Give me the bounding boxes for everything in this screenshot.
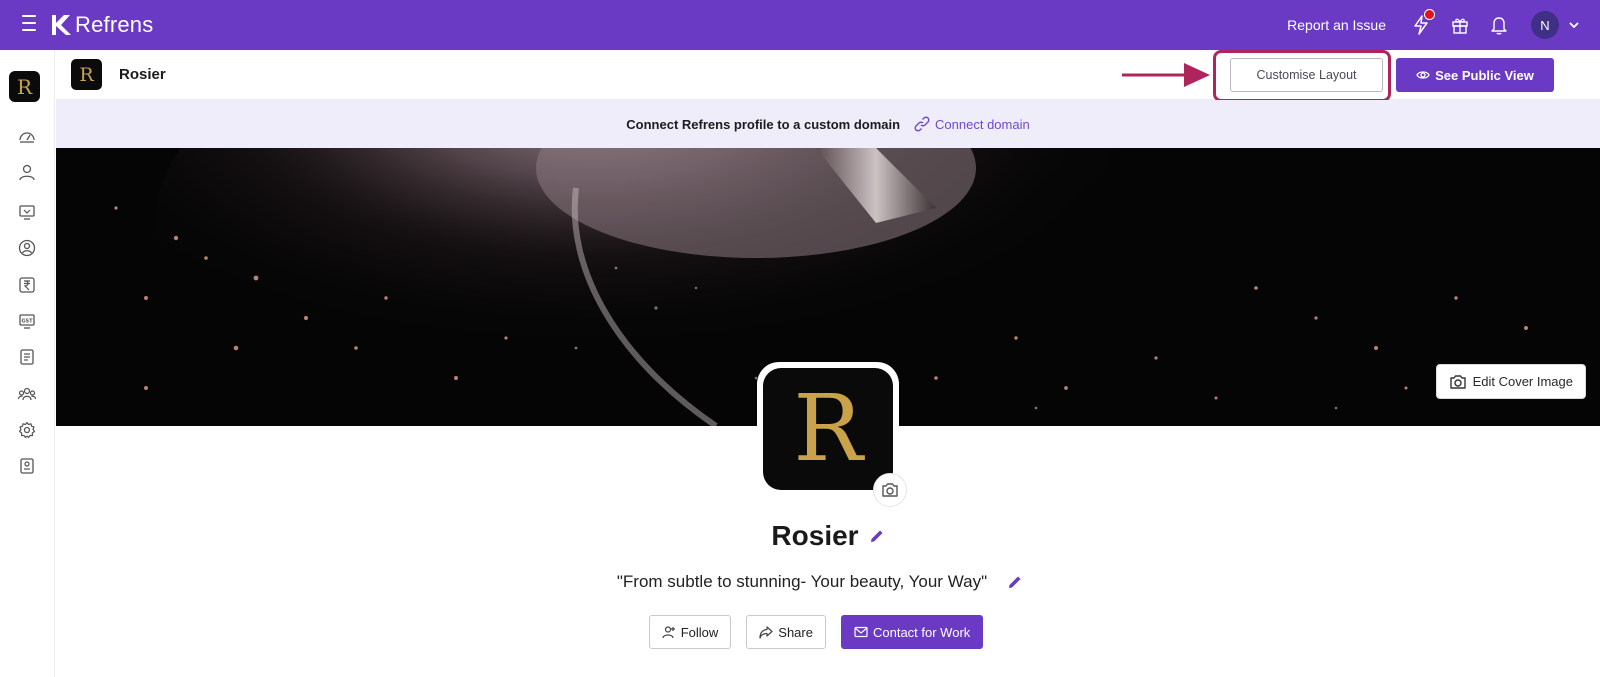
edit-cover-label: Edit Cover Image [1472, 374, 1573, 389]
business-logo-small: R [71, 59, 102, 90]
brand-name: Refrens [75, 12, 154, 37]
connect-domain-link[interactable]: Connect domain [914, 116, 1030, 132]
customise-layout-button[interactable]: Customise Layout [1230, 58, 1383, 92]
follow-label: Follow [680, 624, 719, 640]
see-public-view-button[interactable]: See Public View [1396, 58, 1554, 92]
account-circle-icon[interactable] [18, 239, 36, 257]
profile-actions: Follow Share Contact for Work [0, 615, 1600, 649]
refrens-logo-icon [52, 15, 71, 35]
share-button[interactable]: Share [746, 615, 826, 649]
change-photo-button[interactable] [873, 473, 907, 507]
share-label: Share [778, 624, 813, 640]
profile-tagline: "From subtle to stunning- Your beauty, Y… [616, 572, 988, 591]
edit-cover-button[interactable]: Edit Cover Image [1435, 364, 1586, 399]
profile-tagline-row: "From subtle to stunning- Your beauty, Y… [0, 572, 1600, 592]
lightning-icon[interactable] [1410, 9, 1435, 36]
contact-for-work-button[interactable]: Contact for Work [840, 615, 984, 649]
chevron-down-icon[interactable] [1568, 19, 1580, 31]
bell-icon[interactable] [1488, 14, 1510, 36]
logo-letter: R [79, 63, 94, 86]
link-icon [914, 116, 930, 132]
monitor-icon[interactable] [18, 203, 36, 221]
avatar[interactable]: N [1531, 11, 1559, 39]
custom-domain-banner: Connect Refrens profile to a custom doma… [56, 100, 1600, 148]
rupee-icon[interactable] [18, 276, 36, 294]
profile-picture: R [757, 362, 899, 496]
menu-icon[interactable] [22, 15, 42, 33]
domain-banner-text: Connect Refrens profile to a custom doma… [626, 116, 901, 132]
follow-button[interactable]: Follow [648, 615, 732, 649]
top-navbar: Refrens Report an Issue N [0, 0, 1600, 50]
report-issue-link[interactable]: Report an Issue [1287, 17, 1386, 33]
camera-icon [1449, 374, 1466, 389]
mail-icon [854, 626, 868, 638]
gear-icon[interactable] [18, 421, 36, 439]
profile-logo-letter: R [793, 375, 863, 482]
user-icon[interactable] [18, 163, 36, 181]
brand-logo[interactable]: Refrens [50, 12, 153, 38]
share-icon [759, 626, 773, 639]
badge-icon[interactable] [18, 457, 36, 475]
gift-icon[interactable] [1449, 14, 1471, 36]
gst-icon[interactable]: GST [18, 312, 36, 330]
profile-name-row: Rosier [0, 520, 1600, 552]
logo-letter: R [16, 74, 33, 99]
profile-header: R Rosier Customise Layout See Public Vie… [56, 50, 1600, 102]
add-user-icon [662, 626, 675, 639]
camera-icon [882, 483, 898, 497]
business-logo[interactable]: R [9, 71, 40, 102]
business-name: Rosier [119, 66, 166, 83]
see-public-view-label: See Public View [1435, 67, 1534, 83]
team-icon[interactable] [18, 385, 36, 403]
arrow-annotation-icon [1122, 63, 1210, 87]
profile-name: Rosier [771, 520, 859, 551]
edit-tagline-icon[interactable] [1007, 574, 1023, 590]
contact-for-work-label: Contact for Work [872, 624, 971, 640]
notification-dot [1424, 9, 1435, 20]
edit-name-icon[interactable] [869, 528, 885, 544]
svg-text:GST: GST [21, 319, 33, 325]
connect-domain-label: Connect domain [935, 116, 1030, 132]
profile-logo: R [763, 368, 893, 490]
dashboard-icon[interactable] [18, 127, 36, 145]
document-icon[interactable] [18, 348, 36, 366]
eye-icon [1416, 71, 1430, 79]
